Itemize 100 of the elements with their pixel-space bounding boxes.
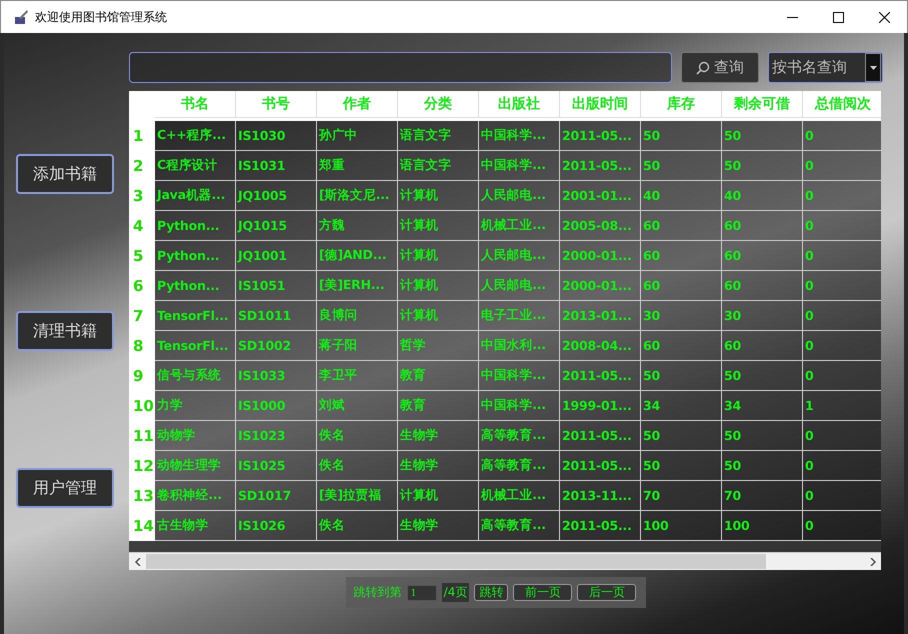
row-number: 2 — [129, 151, 155, 181]
jump-label: 跳转到第 — [354, 584, 402, 601]
table-cell: 60 — [722, 331, 803, 361]
jump-button[interactable]: 跳转 — [474, 584, 508, 601]
page-input[interactable]: 1 — [406, 584, 437, 600]
table-cell: 2011-05... — [560, 511, 641, 541]
table-cell: 2001-01... — [560, 181, 641, 211]
table-cell: 佚名 — [317, 451, 398, 481]
table-cell: 高等教育... — [479, 421, 560, 451]
sidebar-button[interactable]: 添加书籍 — [16, 154, 114, 194]
table-cell: 0 — [803, 181, 881, 211]
table-cell: 李卫平 — [317, 361, 398, 391]
window-title: 欢迎使用图书馆管理系统 — [35, 8, 168, 26]
row-number: 4 — [129, 211, 155, 241]
table-cell: 1 — [803, 391, 881, 421]
scroll-right-icon[interactable] — [868, 558, 876, 566]
table-cell: [德]AND... — [317, 241, 398, 271]
table-cell: 60 — [641, 271, 722, 301]
table-cell: 30 — [722, 301, 803, 331]
table-cell: 70 — [641, 481, 722, 511]
table-cell: 0 — [803, 481, 881, 511]
table-cell: 50 — [722, 421, 803, 451]
table-cell: [美]拉贾福 — [317, 481, 398, 511]
table-cell: 0 — [803, 451, 881, 481]
table-cell: 60 — [641, 331, 722, 361]
table-cell: 中国科学... — [479, 121, 560, 151]
table-cell: C程序设计 — [155, 151, 236, 181]
table-cell: 2013-01... — [560, 301, 641, 331]
table-cell: SD1002 — [236, 331, 317, 361]
table-cell: 计算机 — [398, 271, 479, 301]
table-cell: 生物学 — [398, 451, 479, 481]
table-cell: 2011-05... — [560, 451, 641, 481]
table-cell: 40 — [641, 181, 722, 211]
table-cell: 高等教育... — [479, 451, 560, 481]
table-cell: Java机器... — [155, 181, 236, 211]
sidebar-button[interactable]: 用户管理 — [16, 468, 114, 508]
row-number: 13 — [129, 481, 155, 511]
row-number: 10 — [129, 391, 155, 421]
table-cell: IS1051 — [236, 271, 317, 301]
row-number: 6 — [129, 271, 155, 301]
table-cell: IS1030 — [236, 121, 317, 151]
sidebar-button[interactable]: 清理书籍 — [16, 311, 114, 351]
search-mode-dropdown[interactable]: 按书名查询 — [768, 52, 883, 83]
table-cell: 刘斌 — [317, 391, 398, 421]
table-cell: JQ1005 — [236, 181, 317, 211]
table-cell: 计算机 — [398, 301, 479, 331]
table-cell: 计算机 — [398, 241, 479, 271]
scrollbar-thumb[interactable] — [146, 554, 766, 569]
table-cell: 100 — [722, 511, 803, 541]
row-number: 7 — [129, 301, 155, 331]
table-cell: 中国水利... — [479, 331, 560, 361]
table-cell: 50 — [641, 151, 722, 181]
table-cell: 2008-04... — [560, 331, 641, 361]
table-cell: 动物学 — [155, 421, 236, 451]
table-cell: Python... — [155, 211, 236, 241]
previous-page-button[interactable]: 前一页 — [513, 584, 572, 601]
table-cell: 2011-05... — [560, 361, 641, 391]
table-cell: 卷积神经... — [155, 481, 236, 511]
table-cell: 0 — [803, 511, 881, 541]
table-cell: 计算机 — [398, 181, 479, 211]
table-cell: 方魏 — [317, 211, 398, 241]
table-cell: 2000-01... — [560, 241, 641, 271]
table-cell: 0 — [803, 151, 881, 181]
table-cell: 中国科学... — [479, 151, 560, 181]
table-cell: Python... — [155, 271, 236, 301]
table-cell: 语言文字 — [398, 121, 479, 151]
table-cell: 生物学 — [398, 421, 479, 451]
table-cell: IS1025 — [236, 451, 317, 481]
row-number: 5 — [129, 241, 155, 271]
table-cell: 0 — [803, 421, 881, 451]
table-cell: 70 — [722, 481, 803, 511]
table-cell: TensorFl... — [155, 301, 236, 331]
table-cell: 60 — [641, 241, 722, 271]
table-cell: 40 — [722, 181, 803, 211]
table-cell: 60 — [641, 211, 722, 241]
table-cell: 50 — [722, 151, 803, 181]
table-cell: 1999-01... — [560, 391, 641, 421]
table-cell: 50 — [641, 121, 722, 151]
table-cell: 中国科学... — [479, 391, 560, 421]
table-cell: 0 — [803, 121, 881, 151]
table-cell: 2011-05... — [560, 421, 641, 451]
table-cell: 高等教育... — [479, 511, 560, 541]
search-field[interactable] — [129, 52, 672, 83]
search-button[interactable]: 查询 — [681, 52, 759, 83]
table-cell: 良博问 — [317, 301, 398, 331]
table-cell: 机械工业... — [479, 481, 560, 511]
table-cell: 佚名 — [317, 421, 398, 451]
horizontal-scrollbar[interactable] — [129, 552, 881, 570]
table-cell: 50 — [722, 361, 803, 391]
table-cell: 信号与系统 — [155, 361, 236, 391]
table-cell: 2011-05... — [560, 121, 641, 151]
table-cell: 34 — [722, 391, 803, 421]
table-cell: 动物生理学 — [155, 451, 236, 481]
table-cell: 0 — [803, 241, 881, 271]
table-cell: 50 — [641, 451, 722, 481]
table-cell: 50 — [722, 121, 803, 151]
next-page-button[interactable]: 后一页 — [577, 584, 636, 601]
table-cell: [斯洛文尼... — [317, 181, 398, 211]
scroll-left-icon[interactable] — [134, 558, 142, 566]
table-cell: 60 — [722, 271, 803, 301]
